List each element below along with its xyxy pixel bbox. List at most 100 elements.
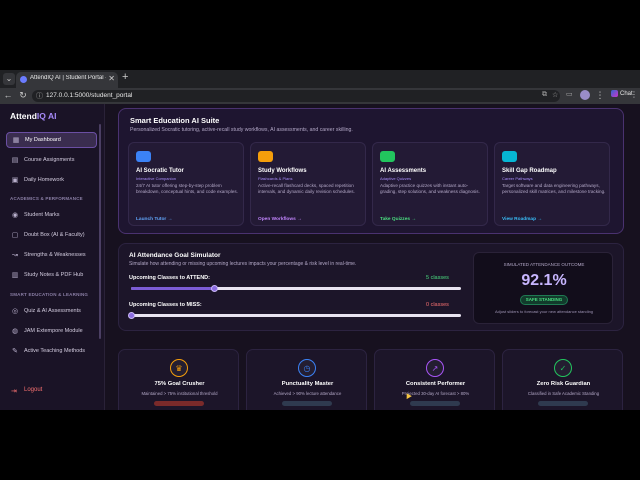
sidebar-item-label: Daily Homework — [24, 177, 65, 183]
sidebar-item-doubt-box[interactable]: ▢ Doubt Box (AI & Faculty) — [6, 228, 97, 244]
sidebar-item-label: Study Notes & PDF Hub — [24, 272, 84, 278]
tool-description: 24/7 AI tutor offering step-by-step prob… — [136, 183, 238, 195]
achievement-name: Punctuality Master — [281, 381, 334, 387]
tool-name: Skill Gap Roadmap — [502, 168, 557, 174]
tool-description: Adaptive practice quizzes with instant a… — [380, 183, 480, 195]
notes-icon: ▥ — [11, 272, 19, 279]
take-quizzes-link[interactable]: Take Quizzes → — [380, 217, 416, 222]
achievement-status-bar — [538, 401, 588, 406]
medal-icon: ♛ — [170, 359, 188, 377]
sidebar-item-quiz[interactable]: ◎ Quiz & AI Assessments — [6, 304, 97, 320]
achievement-name: Zero Risk Guardian — [536, 381, 591, 387]
profile-avatar[interactable] — [580, 90, 590, 100]
achievement-status-bar — [154, 401, 204, 406]
attend-slider-thumb[interactable] — [210, 285, 218, 292]
browser-tab[interactable]: AttendIQ AI | Student Portal - IOH ✕ — [16, 72, 118, 88]
quiz-icon: ◎ — [11, 308, 19, 315]
sidebar-item-jam[interactable]: ◍ JAM Extempore Module — [6, 324, 97, 340]
section-smart-education: SMART EDUCATION & LEARNING — [10, 292, 89, 297]
attend-slider[interactable] — [131, 285, 461, 292]
sidebar-item-homework[interactable]: ▣ Daily Homework — [6, 173, 97, 189]
attend-slider-fill — [131, 287, 214, 290]
tab-strip: ⌄ AttendIQ AI | Student Portal - IOH ✕ + — [0, 70, 640, 88]
chat-bubble-icon: ▢ — [11, 232, 19, 239]
miss-slider-thumb[interactable] — [128, 312, 135, 319]
attend-slider-value: 5 classes — [426, 275, 449, 281]
tool-description: Active-recall flashcard decks, spaced re… — [258, 183, 355, 195]
suite-title: Smart Education AI Suite — [130, 116, 220, 125]
simulator-title: AI Attendance Goal Simulator — [129, 252, 221, 259]
tool-card-ai-assessments[interactable]: AI Assessments Adaptive Quizzes Adaptive… — [372, 142, 488, 226]
bookmark-star-icon[interactable]: ☆ — [552, 91, 558, 99]
back-icon[interactable]: ← — [3, 90, 13, 100]
open-workflows-link[interactable]: Open Workflows → — [258, 217, 302, 222]
view-roadmap-link[interactable]: View Roadmap → — [502, 217, 542, 222]
miss-slider-label: Upcoming Classes to MISS: — [129, 302, 202, 308]
tool-tag: Adaptive Quizzes — [380, 176, 412, 181]
chart-icon: ↝ — [12, 252, 18, 259]
status-badge: SAFE STANDING — [520, 295, 568, 305]
sidebar-item-teaching[interactable]: ✎ Active Teaching Methods — [6, 344, 97, 360]
outcome-title: SIMULATED ATTENDANCE OUTCOME — [503, 262, 585, 267]
tool-name: AI Socratic Tutor — [136, 168, 184, 174]
downloads-icon[interactable]: ⋮ — [595, 90, 605, 101]
tool-description: Target software and data engineering pat… — [502, 183, 606, 195]
brand-main: Attend — [10, 111, 37, 121]
sidebar: AttendIQ AI ▦ My Dashboard ▤ Course Assi… — [0, 104, 105, 410]
tool-card-skill-gap-roadmap[interactable]: Skill Gap Roadmap Career Pathways Target… — [494, 142, 610, 226]
open-in-app-icon[interactable]: ⧉ — [542, 91, 547, 99]
sidebar-item-label: Student Marks — [24, 212, 60, 218]
suite-subtitle: Personalized Socratic tutoring, active-r… — [130, 127, 353, 133]
sidebar-item-strengths[interactable]: ↝ Strengths & Weaknesses — [6, 248, 97, 264]
sidebar-scrollbar[interactable] — [99, 124, 101, 339]
miss-slider-value: 0 classes — [426, 302, 449, 308]
extensions-icon[interactable]: ▭ — [566, 90, 573, 98]
chat-icon — [611, 90, 618, 97]
attend-slider-label: Upcoming Classes to ATTEND: — [129, 275, 210, 281]
app-area: AttendIQ AI ▦ My Dashboard ▤ Course Assi… — [0, 104, 640, 410]
logout-button[interactable]: ⇥ Logout — [6, 384, 97, 398]
outcome-percentage: 92.1% — [521, 272, 567, 289]
tool-tag: Interactive Companion — [136, 176, 177, 181]
achievement-card-goal-crusher: ♛ 75% Goal Crusher Maintained > 75% inst… — [118, 349, 239, 410]
sidebar-item-label: Active Teaching Methods — [24, 348, 86, 354]
achievement-card-zero-risk-guardian: ✓ Zero Risk Guardian Classified in Safe … — [502, 349, 623, 410]
tool-card-socratic-tutor[interactable]: AI Socratic Tutor Interactive Companion … — [128, 142, 244, 226]
miss-slider[interactable] — [128, 312, 461, 319]
site-info-icon[interactable]: ⓘ — [36, 91, 43, 101]
sidebar-item-label: JAM Extempore Module — [24, 328, 83, 334]
tab-search-button[interactable]: ⌄ — [3, 73, 15, 85]
address-bar[interactable]: ⓘ 127.0.0.1:5000/student_portal ⧉ ☆ — [32, 90, 560, 102]
tab-close-icon[interactable]: ✕ — [108, 74, 115, 83]
browser-menu-icon[interactable]: ⋮ — [630, 90, 638, 99]
assessment-icon — [380, 151, 395, 162]
sidebar-item-marks[interactable]: ◉ Student Marks — [6, 208, 97, 224]
sidebar-item-dashboard[interactable]: ▦ My Dashboard — [6, 132, 97, 148]
ai-suite-card: Smart Education AI Suite Personalized So… — [118, 108, 624, 234]
sidebar-item-assignments[interactable]: ▤ Course Assignments — [6, 153, 97, 169]
tab-favicon-icon — [20, 76, 27, 83]
achievement-description: Classified in Safe Academic Standing — [527, 391, 600, 396]
roadmap-icon — [502, 151, 517, 162]
sidebar-item-label: My Dashboard — [25, 137, 61, 143]
calendar-icon: ▣ — [11, 177, 19, 184]
achievement-name: Consistent Performer — [405, 381, 466, 387]
tool-card-study-workflows[interactable]: Study Workflows Flashcards & Plans Activ… — [250, 142, 366, 226]
new-tab-button[interactable]: + — [122, 71, 128, 83]
brand-logo[interactable]: AttendIQ AI — [10, 111, 56, 121]
attendance-outcome-panel: SIMULATED ATTENDANCE OUTCOME 92.1% SAFE … — [473, 252, 613, 324]
achievement-status-bar — [410, 401, 460, 406]
tab-title: AttendIQ AI | Student Portal - IOH — [30, 75, 106, 81]
sidebar-item-notes[interactable]: ▥ Study Notes & PDF Hub — [6, 268, 97, 284]
browser-window: ⌄ AttendIQ AI | Student Portal - IOH ✕ +… — [0, 70, 640, 410]
launch-tutor-link[interactable]: Launch Tutor → — [136, 217, 172, 222]
tool-tag: Career Pathways — [502, 176, 533, 181]
tutor-icon — [136, 151, 151, 162]
achievement-description: Achieved > 90% lecture attendance — [273, 391, 342, 396]
achievement-name: 75% Goal Crusher — [154, 381, 205, 387]
url-text: 127.0.0.1:5000/student_portal — [46, 92, 133, 99]
reload-icon[interactable]: ↻ — [18, 90, 28, 101]
shield-icon: ✓ — [554, 359, 572, 377]
clock-icon: ◷ — [298, 359, 316, 377]
screen: ⌄ AttendIQ AI | Student Portal - IOH ✕ +… — [0, 0, 640, 480]
